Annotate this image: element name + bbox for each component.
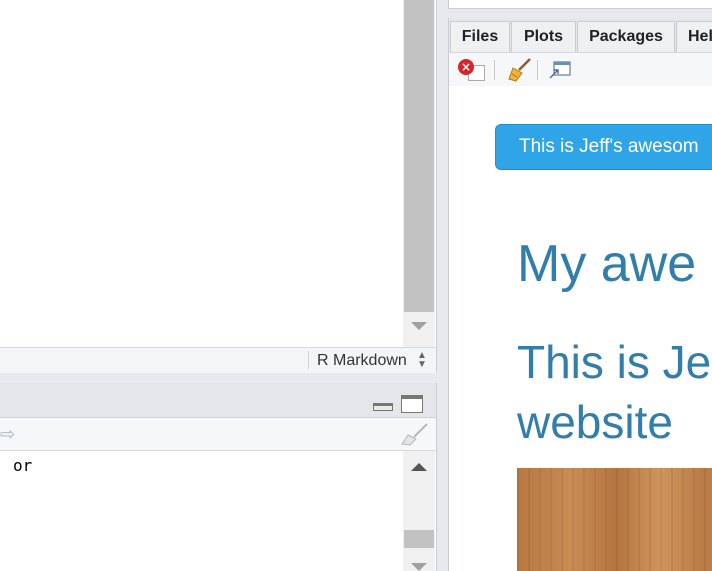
viewer-tab-bar: Files Plots Packages Hel — [449, 18, 712, 52]
broom-icon[interactable] — [400, 422, 430, 446]
page-subtitle: This is Je website — [517, 336, 712, 448]
viewer-toolbar: × — [449, 52, 712, 87]
console-output-text: or — [13, 456, 33, 475]
scroll-down-arrow-icon[interactable] — [411, 322, 427, 330]
console-scrollbar[interactable] — [403, 451, 435, 571]
console-scrollbar-thumb[interactable] — [404, 530, 434, 548]
remove-viewer-icon[interactable]: × — [458, 59, 474, 75]
viewer-pane[interactable]: Files Plots Packages Hel × This is Jeff'… — [448, 18, 712, 571]
maximize-pane-icon[interactable] — [401, 395, 423, 413]
tab-packages[interactable]: Packages — [577, 21, 675, 52]
tab-files[interactable]: Files — [450, 21, 510, 52]
website-preview: This is Jeff's awesom My awe This is Je … — [449, 86, 712, 571]
wood-grain-texture — [517, 468, 712, 571]
toolbar-divider — [537, 60, 538, 80]
editor-scrollbar[interactable] — [403, 0, 435, 347]
source-editor-pane[interactable]: R Markdown ▲ ▼ — [0, 0, 437, 373]
document-type-selector[interactable]: R Markdown — [317, 352, 407, 370]
scroll-down-arrow-icon[interactable] — [411, 563, 427, 571]
site-navbar-brand[interactable]: This is Jeff's awesom — [495, 124, 712, 170]
tab-help[interactable]: Hel — [676, 21, 712, 52]
status-divider — [308, 351, 309, 369]
toolbar-divider — [494, 60, 495, 80]
console-toolbar: ⇨ — [0, 418, 436, 451]
show-in-new-window-icon[interactable] — [548, 59, 574, 81]
scroll-up-arrow-icon[interactable] — [411, 463, 427, 471]
up-down-arrows-icon[interactable]: ▲ ▼ — [417, 351, 427, 370]
console-pane[interactable]: ⇨ or — [0, 383, 437, 571]
editor-scrollbar-thumb[interactable] — [404, 0, 434, 312]
clear-viewer-broom-icon[interactable] — [507, 57, 533, 83]
redo-arrow-icon[interactable]: ⇨ — [0, 424, 15, 445]
tab-plots[interactable]: Plots — [511, 21, 576, 52]
minimize-pane-icon[interactable] — [373, 403, 393, 411]
page-title: My awe — [517, 235, 697, 293]
wood-image — [517, 468, 712, 571]
upper-right-pane-edge — [448, 0, 712, 9]
console-header — [0, 383, 436, 418]
editor-status-bar: R Markdown ▲ ▼ — [0, 347, 436, 373]
